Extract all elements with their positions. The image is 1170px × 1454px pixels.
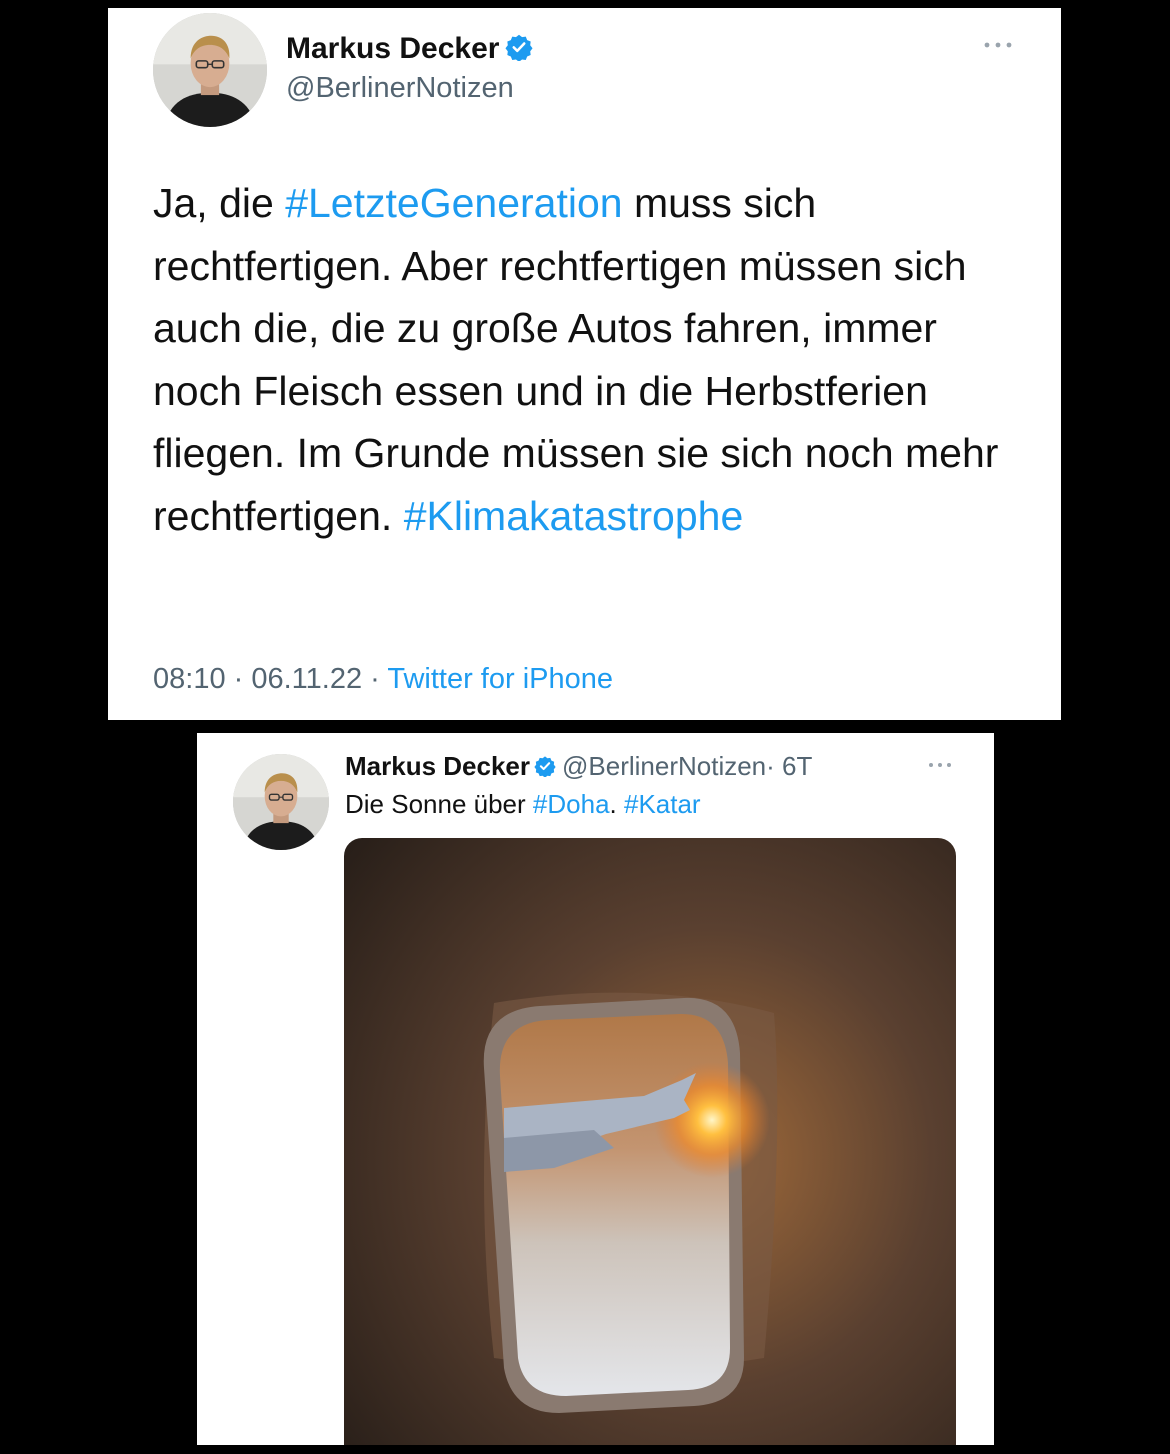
separator-dot: · xyxy=(225,663,252,695)
tweet-header: Markus Decker @BerlinerNotizen· 6T xyxy=(345,751,812,782)
tweet-card-main: Markus Decker @BerlinerNotizen Ja, die #… xyxy=(108,8,1061,720)
author-name[interactable]: Markus Decker xyxy=(286,32,499,65)
tweet-source[interactable]: Twitter for iPhone xyxy=(387,663,613,695)
tweet-text-segment: Ja, die xyxy=(153,180,286,226)
verified-badge-icon xyxy=(505,34,534,62)
tweet-time[interactable]: 08:10 xyxy=(153,663,226,695)
more-options-icon[interactable] xyxy=(924,756,956,774)
author-handle[interactable]: @BerlinerNotizen xyxy=(562,751,766,781)
tweet-metadata: 08:10 · 06.11.22 · Twitter for iPhone xyxy=(153,663,613,696)
tweet-text: Ja, die #LetzteGeneration muss sich rech… xyxy=(153,172,1033,547)
author-name[interactable]: Markus Decker xyxy=(345,751,530,781)
hashtag-katar[interactable]: #Katar xyxy=(624,789,701,819)
more-options-icon[interactable] xyxy=(978,33,1018,57)
author-avatar[interactable] xyxy=(233,754,329,850)
tweet-card-secondary: Markus Decker @BerlinerNotizen· 6T Die So… xyxy=(197,733,994,1445)
hashtag-klimakatastrophe[interactable]: #Klimakatastrophe xyxy=(404,493,744,539)
verified-badge-icon xyxy=(534,756,556,778)
airplane-window-sunset-photo xyxy=(344,838,956,1445)
separator-dot: · xyxy=(362,663,388,695)
avatar-photo-icon xyxy=(153,13,267,127)
author-name-line: Markus Decker xyxy=(286,32,534,66)
tweet-text: Die Sonne über #Doha. #Katar xyxy=(345,789,701,820)
tweet-text-segment: Die Sonne über xyxy=(345,789,533,819)
avatar-photo-icon xyxy=(233,754,329,850)
tweet-photo[interactable] xyxy=(344,838,956,1445)
tweet-age[interactable]: · 6T xyxy=(766,751,812,781)
tweet-date[interactable]: 06.11.22 xyxy=(251,663,362,695)
tweet-text-segment: muss sich rechtfertigen. Aber rechtferti… xyxy=(153,180,999,539)
hashtag-doha[interactable]: #Doha xyxy=(533,789,610,819)
author-handle[interactable]: @BerlinerNotizen xyxy=(286,72,514,105)
author-avatar[interactable] xyxy=(153,13,267,127)
tweet-text-segment: . xyxy=(609,789,624,819)
hashtag-letztegeneration[interactable]: #LetzteGeneration xyxy=(285,180,622,226)
